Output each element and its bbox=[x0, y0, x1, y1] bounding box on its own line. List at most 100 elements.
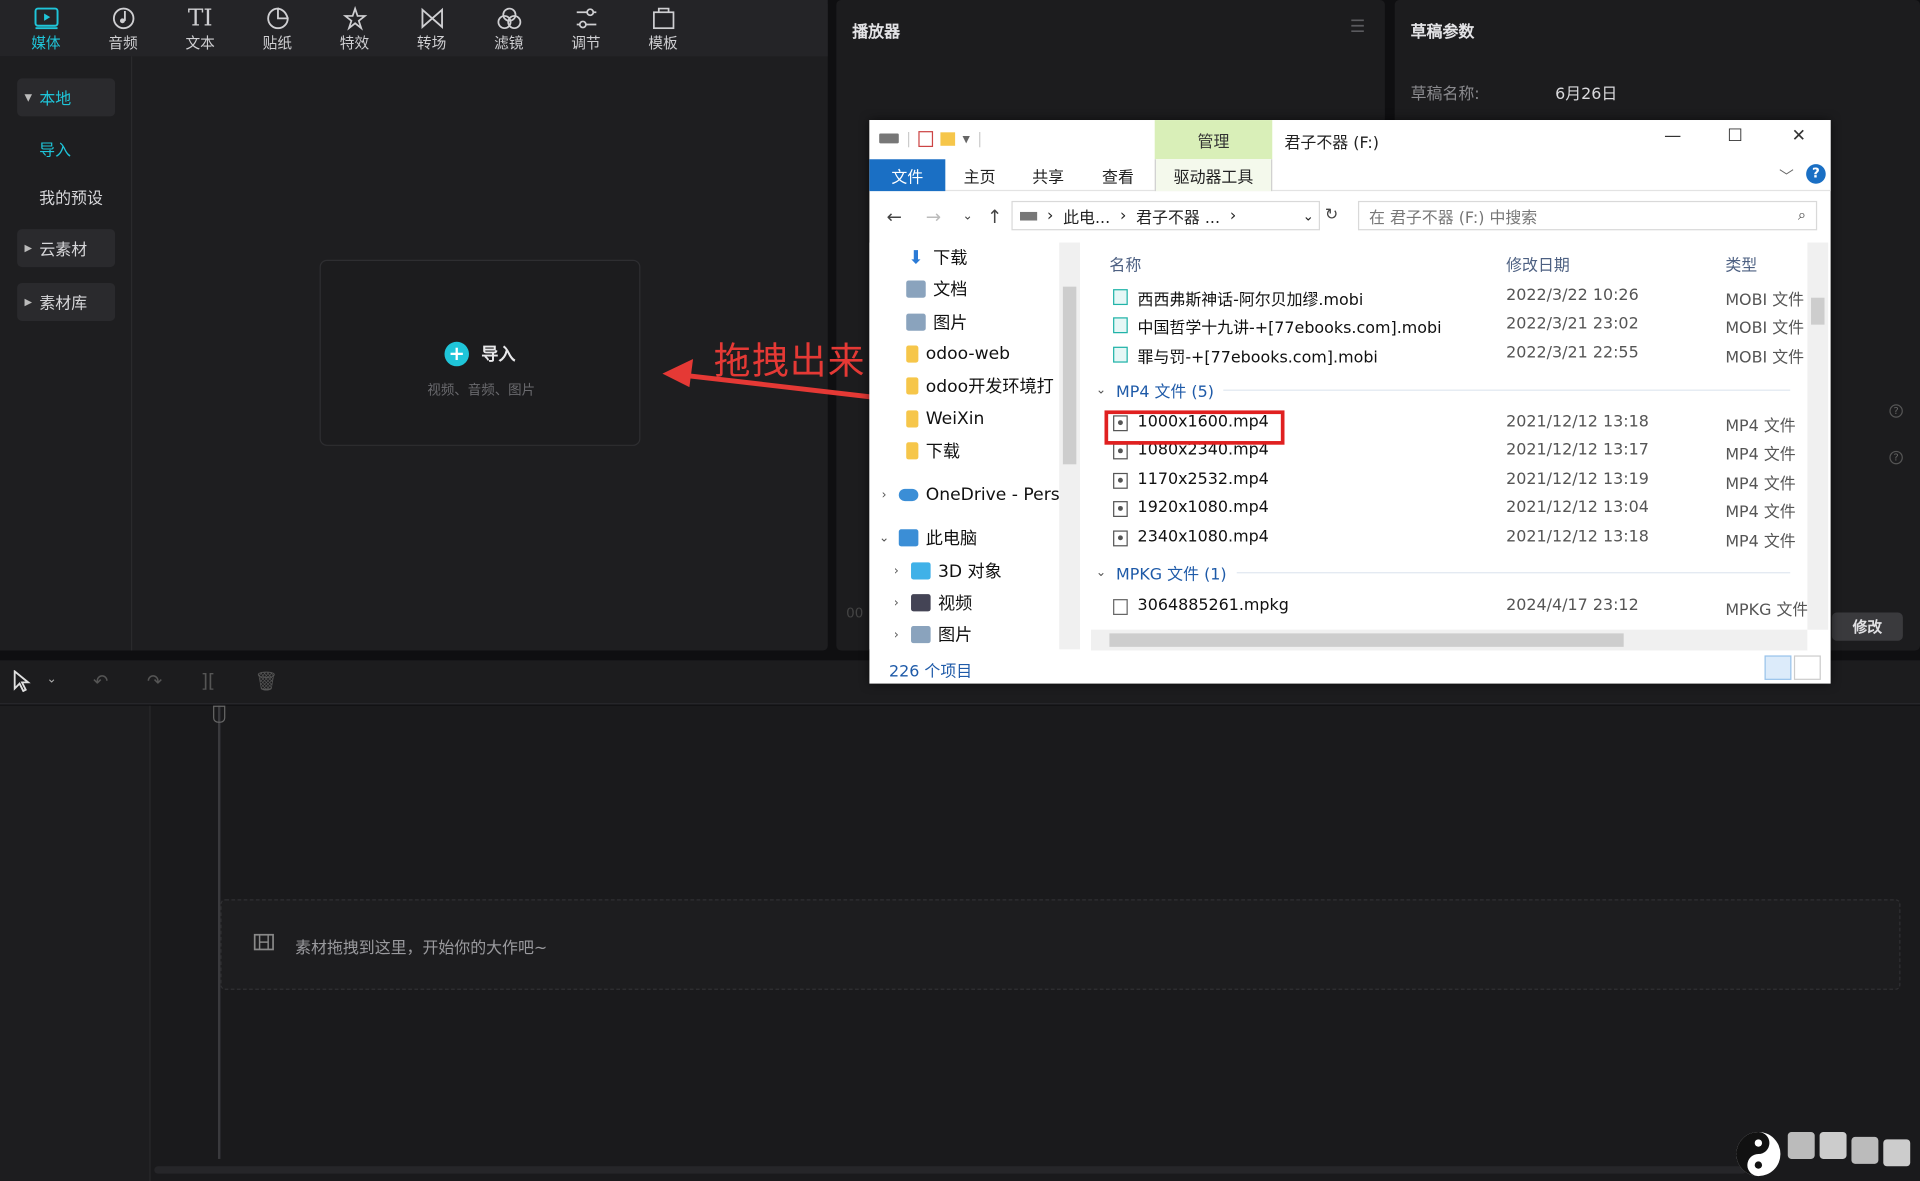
nav-item-documents[interactable]: 文档 ✦ bbox=[906, 274, 1080, 303]
details-view-icon[interactable] bbox=[1764, 655, 1792, 680]
tab-filter[interactable]: 滤镜 bbox=[470, 0, 547, 56]
chevron-down-icon[interactable]: ﹀ bbox=[1779, 165, 1794, 186]
sidebar-item-presets[interactable]: 我的预设 bbox=[17, 178, 115, 216]
maximize-icon[interactable]: ☐ bbox=[1717, 126, 1754, 151]
mobi-file-icon bbox=[1113, 317, 1128, 334]
nav-item-onedrive[interactable]: › OneDrive - Pers bbox=[877, 480, 1078, 509]
minimize-icon[interactable]: — bbox=[1654, 126, 1691, 151]
column-header-type[interactable]: 类型 bbox=[1725, 252, 1757, 275]
file-row[interactable]: 1920x1080.mp4 2021/12/12 13:04 MP4 文件 bbox=[1091, 495, 1807, 523]
redo-icon[interactable]: ↷ bbox=[147, 670, 162, 692]
nav-item-videos[interactable]: › 视频 bbox=[889, 588, 1080, 617]
file-row[interactable]: 西西弗斯神话-阿尔贝加缪.mobi 2022/3/22 10:26 MOBI 文… bbox=[1091, 283, 1807, 311]
forward-arrow-icon[interactable]: → bbox=[926, 206, 941, 228]
chevron-down-icon[interactable]: ⌄ bbox=[1303, 208, 1314, 224]
nav-item-label: OneDrive - Pers bbox=[925, 485, 1060, 505]
nav-item-this-pc[interactable]: ⌄ 此电脑 bbox=[877, 523, 1078, 552]
undo-icon[interactable]: ↶ bbox=[93, 670, 108, 692]
tab-share[interactable]: 共享 bbox=[1021, 159, 1075, 191]
chevron-down-icon[interactable]: ▾ bbox=[963, 130, 970, 147]
search-input[interactable]: 在 君子不器 (F:) 中搜索 ⌕ bbox=[1357, 200, 1818, 231]
nav-scrollbar[interactable] bbox=[1059, 242, 1081, 650]
back-arrow-icon[interactable]: ← bbox=[887, 206, 902, 228]
nav-item-downloads[interactable]: ⬇ 下载 ✦ bbox=[906, 243, 1080, 272]
nav-item-3d-objects[interactable]: › 3D 对象 bbox=[889, 556, 1080, 585]
edit-button[interactable]: 修改 bbox=[1831, 612, 1903, 641]
delete-icon[interactable]: 🗑 bbox=[255, 670, 278, 692]
menu-icon[interactable]: ☰ bbox=[1350, 17, 1365, 37]
drive-icon bbox=[1020, 211, 1038, 220]
tab-effects[interactable]: 特效 bbox=[316, 0, 393, 56]
nav-item-folder[interactable]: odoo开发环境打 bbox=[906, 371, 1080, 400]
manage-contextual-tab[interactable]: 管理 bbox=[1154, 120, 1273, 160]
nav-item-pictures[interactable]: 图片 ✦ bbox=[906, 308, 1080, 337]
chevron-down-icon[interactable]: ⌄ bbox=[47, 673, 57, 686]
scroll-thumb[interactable] bbox=[1109, 633, 1624, 647]
playhead-handle[interactable] bbox=[213, 705, 226, 723]
help-icon[interactable]: ? bbox=[1889, 450, 1903, 465]
group-header-mpkg[interactable]: ⌄ MPKG 文件 (1) bbox=[1096, 559, 1800, 586]
file-row[interactable]: 3064885261.mpkg 2024/4/17 23:12 MPKG 文件 bbox=[1091, 593, 1807, 621]
folder-icon[interactable] bbox=[940, 131, 956, 146]
address-row: ← → ⌄ ↑ › 此电... › 君子不器 ... › ⌄ ↻ 在 君子不器 … bbox=[869, 194, 1830, 238]
up-arrow-icon[interactable]: ↑ bbox=[987, 206, 1002, 228]
file-row[interactable]: 中国哲学十九讲-+[77ebooks.com].mobi 2022/3/21 2… bbox=[1091, 311, 1807, 339]
scroll-thumb[interactable] bbox=[1062, 286, 1077, 465]
properties-icon[interactable] bbox=[918, 130, 934, 147]
select-cursor-icon[interactable] bbox=[12, 669, 32, 697]
import-button[interactable]: + 导入 bbox=[444, 341, 516, 367]
large-icons-view-icon[interactable] bbox=[1793, 655, 1821, 680]
tab-effects-label: 特效 bbox=[339, 33, 370, 51]
sidebar-item-library[interactable]: ▶ 素材库 bbox=[17, 282, 116, 321]
player-timecode: 00 bbox=[846, 605, 864, 622]
media-sidebar: ▼ 本地 导入 我的预设 ▶ 云素材 ▶ 素材库 bbox=[0, 56, 133, 651]
annotation-label: 拖拽出来 bbox=[713, 340, 866, 384]
tab-file[interactable]: 文件 bbox=[869, 159, 946, 192]
tab-media[interactable]: 媒体 bbox=[7, 0, 84, 56]
track-header bbox=[0, 705, 151, 1181]
sidebar-item-local[interactable]: ▼ 本地 bbox=[17, 78, 116, 117]
nav-item-folder[interactable]: 下载 bbox=[906, 436, 1080, 465]
file-list-scrollbar[interactable] bbox=[1807, 242, 1829, 630]
breadcrumb-pc[interactable]: 此电... bbox=[1063, 204, 1110, 227]
tab-transition[interactable]: 转场 bbox=[393, 0, 470, 56]
help-icon[interactable]: ? bbox=[1806, 164, 1826, 184]
group-header-mp4[interactable]: ⌄ MP4 文件 (5) bbox=[1096, 376, 1800, 403]
help-icon[interactable]: ? bbox=[1889, 404, 1903, 418]
address-bar[interactable]: › 此电... › 君子不器 ... › ⌄ bbox=[1011, 200, 1321, 231]
tab-audio[interactable]: 音频 bbox=[84, 0, 161, 56]
file-row[interactable]: 2340x1080.mp4 2021/12/12 13:18 MP4 文件 bbox=[1091, 524, 1807, 552]
tab-view[interactable]: 查看 bbox=[1091, 159, 1145, 191]
nav-item-folder[interactable]: WeiXin bbox=[906, 404, 1080, 433]
refresh-icon[interactable]: ↻ bbox=[1325, 206, 1338, 224]
tab-adjust[interactable]: 调节 bbox=[547, 0, 624, 56]
breadcrumb-drive[interactable]: 君子不器 ... bbox=[1136, 204, 1220, 227]
close-icon[interactable]: ✕ bbox=[1780, 126, 1817, 151]
generic-file-icon bbox=[1113, 599, 1128, 616]
nav-item-folder[interactable]: odoo-web bbox=[906, 339, 1080, 368]
file-type: MP4 文件 bbox=[1725, 417, 1796, 437]
file-list-hscrollbar[interactable] bbox=[1091, 629, 1808, 651]
scroll-thumb[interactable] bbox=[1811, 297, 1825, 325]
timeline-dropzone[interactable]: 素材拖拽到这里，开始你的大作吧~ bbox=[220, 899, 1901, 990]
tab-sticker[interactable]: 贴纸 bbox=[239, 0, 316, 56]
import-dropzone[interactable]: + 导入 视频、音频、图片 bbox=[319, 259, 641, 446]
tab-drive-tools[interactable]: 驱动器工具 bbox=[1154, 159, 1273, 192]
file-row[interactable]: 1170x2532.mp4 2021/12/12 13:19 MP4 文件 bbox=[1091, 467, 1807, 495]
file-row[interactable]: 罪与罚-+[77ebooks.com].mobi 2022/3/21 22:55… bbox=[1091, 341, 1807, 369]
transition-icon bbox=[419, 4, 443, 31]
sidebar-item-cloud[interactable]: ▶ 云素材 bbox=[17, 229, 116, 268]
timeline-scrollbar[interactable] bbox=[154, 1166, 1747, 1174]
column-header-name[interactable]: 名称 bbox=[1109, 252, 1141, 275]
file-date: 2022/3/21 23:02 bbox=[1506, 314, 1639, 334]
folder-icon bbox=[906, 377, 919, 395]
tab-home[interactable]: 主页 bbox=[953, 159, 1007, 191]
tab-template[interactable]: 模板 bbox=[624, 0, 701, 56]
tab-text[interactable]: TI 文本 bbox=[162, 0, 239, 56]
column-header-date[interactable]: 修改日期 bbox=[1506, 252, 1570, 275]
split-icon[interactable]: ][ bbox=[201, 670, 215, 692]
file-name: 中国哲学十九讲-+[77ebooks.com].mobi bbox=[1137, 319, 1442, 339]
recent-chevron-icon[interactable]: ⌄ bbox=[962, 209, 972, 222]
nav-item-pictures[interactable]: › 图片 bbox=[889, 620, 1080, 649]
sidebar-item-import[interactable]: 导入 bbox=[17, 130, 115, 168]
